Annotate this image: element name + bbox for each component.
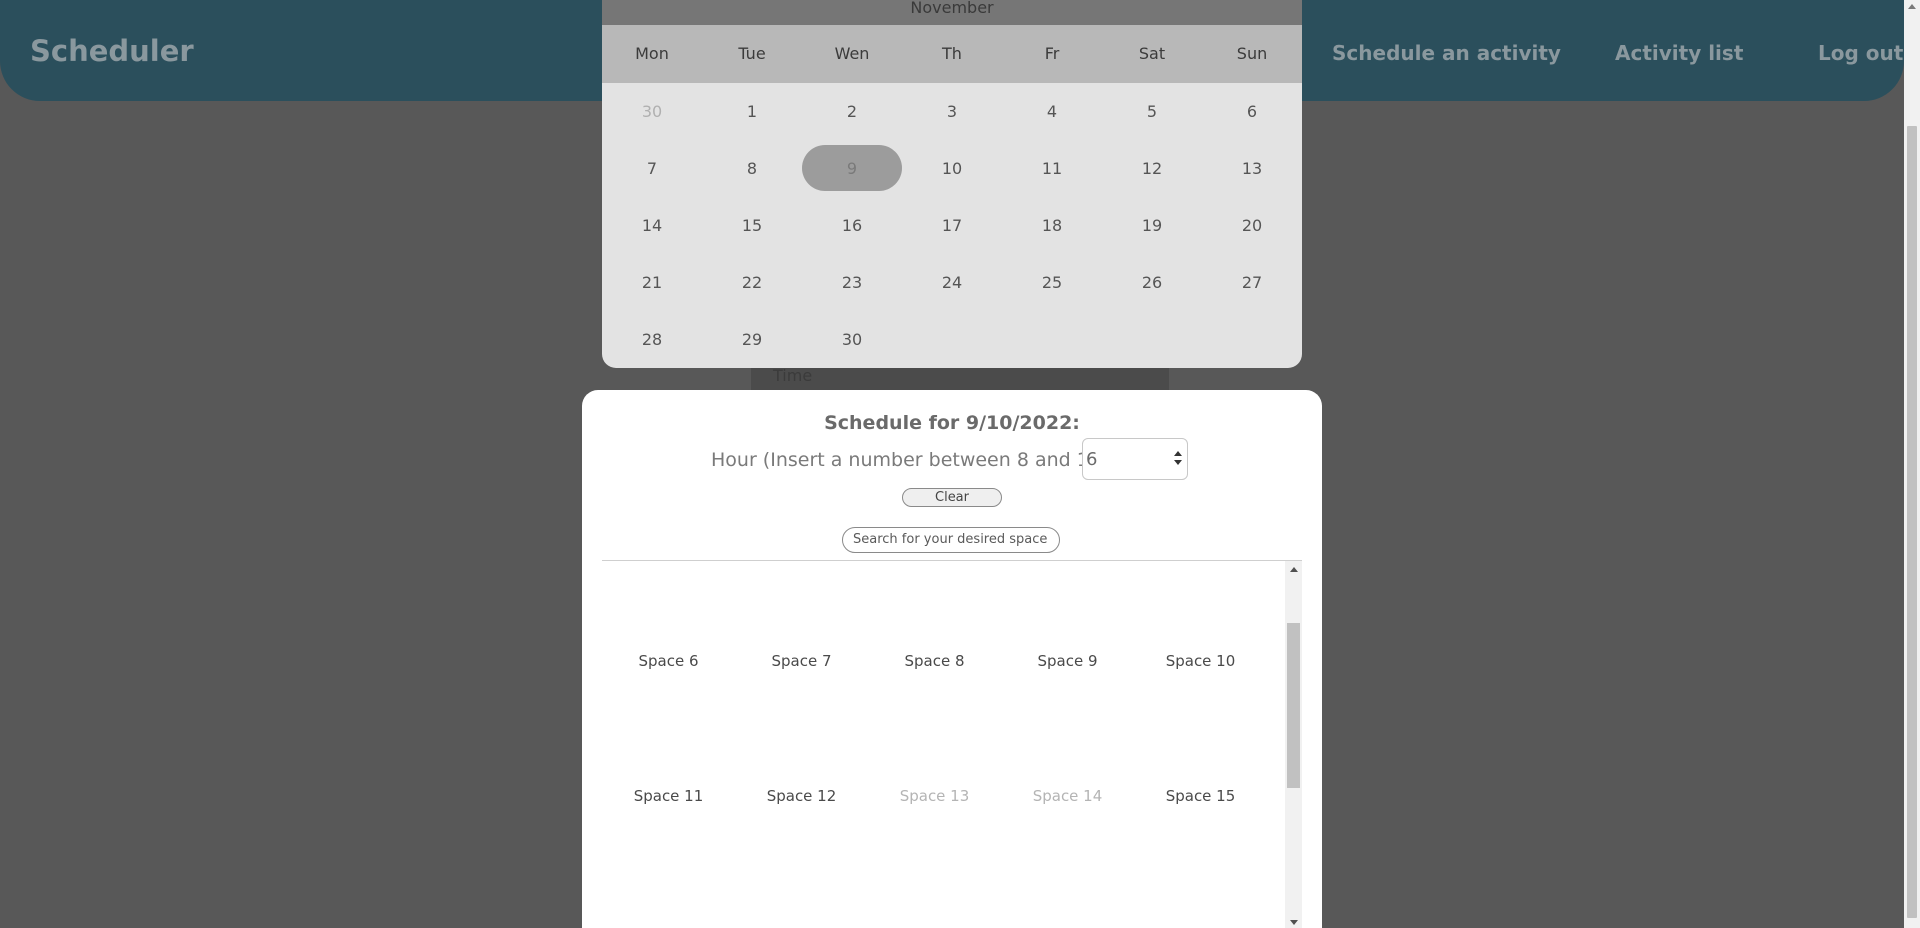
space-item-space-8[interactable]: Space 8: [868, 652, 1001, 670]
calendar-day-8[interactable]: 8: [702, 140, 802, 197]
space-item-space-7[interactable]: Space 7: [735, 652, 868, 670]
stepper-down-icon[interactable]: [1174, 460, 1182, 465]
scroll-down-icon[interactable]: [1290, 920, 1298, 925]
calendar-day-30[interactable]: 30: [802, 311, 902, 368]
calendar-day-16[interactable]: 16: [802, 197, 902, 254]
nav-activity-list[interactable]: Activity list: [1615, 41, 1743, 65]
calendar-day-2[interactable]: 2: [802, 83, 902, 140]
date-picker-calendar: November Mon Tue Wen Th Fr Sat Sun 30 1 2 3 4 5 6 7 8 9…: [602, 0, 1302, 368]
space-row: Space 6 Space 7 Space 8 Space 9 Space 10: [602, 652, 1282, 670]
space-item-space-6[interactable]: Space 6: [602, 652, 735, 670]
spaces-scrollbar[interactable]: [1285, 561, 1302, 928]
hour-input[interactable]: 6: [1082, 438, 1188, 480]
calendar-day-29[interactable]: 29: [702, 311, 802, 368]
calendar-empty-cell: [902, 311, 1002, 368]
calendar-day-9[interactable]: 9: [802, 140, 902, 197]
weekday-mon: Mon: [635, 44, 669, 63]
calendar-day-15[interactable]: 15: [702, 197, 802, 254]
hour-input-value: 6: [1086, 449, 1098, 470]
calendar-day-14[interactable]: 14: [602, 197, 702, 254]
calendar-month-header: November: [602, 0, 1302, 25]
space-item-space-13: Space 13: [899, 787, 970, 805]
page-scrollbar-thumb[interactable]: [1907, 126, 1917, 918]
calendar-day-11[interactable]: 11: [1002, 140, 1102, 197]
calendar-day-grid: 30 1 2 3 4 5 6 7 8 9 10 11 12 13 14 15 16 17 18 19 20 21 22 23 2…: [602, 83, 1302, 368]
calendar-week-row: 14 15 16 17 18 19 20: [602, 197, 1302, 254]
viewport: Scheduler Schedule an activity Activity …: [0, 0, 1920, 928]
calendar-weekday-row: Mon Tue Wen Th Fr Sat Sun: [602, 25, 1302, 83]
calendar-week-row: 21 22 23 24 25 26 27: [602, 254, 1302, 311]
calendar-day-12[interactable]: 12: [1102, 140, 1202, 197]
weekday-wen: Wen: [834, 44, 870, 63]
clear-button[interactable]: Clear: [902, 488, 1002, 507]
calendar-day-23[interactable]: 23: [802, 254, 902, 311]
hour-label: Hour (Insert a number between 8 and 16): [711, 449, 1109, 471]
space-search-input[interactable]: Search for your desired space: [842, 527, 1060, 553]
spaces-list: Space 6 Space 7 Space 8 Space 9 Space 10 Spac…: [602, 561, 1302, 928]
calendar-day-3[interactable]: 3: [902, 83, 1002, 140]
calendar-day-24[interactable]: 24: [902, 254, 1002, 311]
calendar-week-row: 30 1 2 3 4 5 6: [602, 83, 1302, 140]
calendar-day-25[interactable]: 25: [1002, 254, 1102, 311]
calendar-day-5[interactable]: 5: [1102, 83, 1202, 140]
space-item-space-12[interactable]: Space 12: [735, 787, 868, 805]
calendar-day-4[interactable]: 4: [1002, 83, 1102, 140]
brand-logo[interactable]: Scheduler: [30, 34, 194, 68]
nav-schedule-activity[interactable]: Schedule an activity: [1332, 41, 1561, 65]
nav-log-out[interactable]: Log out: [1818, 41, 1903, 65]
space-item-space-14: Space 14: [1032, 787, 1103, 805]
scroll-up-icon[interactable]: [1290, 567, 1298, 572]
calendar-day-7[interactable]: 7: [602, 140, 702, 197]
calendar-day-20[interactable]: 20: [1202, 197, 1302, 254]
space-item-space-15[interactable]: Space 15: [1134, 787, 1267, 805]
page-scroll-up-icon[interactable]: [1908, 4, 1916, 9]
calendar-empty-cell: [1102, 311, 1202, 368]
weekday-sun: Sun: [1236, 44, 1268, 63]
calendar-day-13[interactable]: 13: [1202, 140, 1302, 197]
calendar-day-26[interactable]: 26: [1102, 254, 1202, 311]
space-item-space-11[interactable]: Space 11: [602, 787, 735, 805]
space-row: Space 11 Space 12 Space 13 Space 14 Space 15: [602, 787, 1282, 805]
stepper-up-icon[interactable]: [1174, 451, 1182, 456]
hour-row: Hour (Insert a number between 8 and 16) …: [582, 438, 1322, 480]
weekday-sat: Sat: [1138, 44, 1166, 63]
schedule-title: Schedule for 9/10/2022:: [824, 412, 1080, 434]
schedule-panel: Schedule for 9/10/2022: Hour (Insert a n…: [582, 390, 1322, 928]
weekday-fr: Fr: [1044, 44, 1060, 63]
calendar-month-label: November: [910, 0, 994, 17]
spaces-scrollbar-thumb[interactable]: [1287, 623, 1300, 788]
weekday-th: Th: [942, 44, 962, 63]
space-item-space-10[interactable]: Space 10: [1134, 652, 1267, 670]
space-item-space-9[interactable]: Space 9: [1001, 652, 1134, 670]
page-scrollbar[interactable]: [1904, 0, 1920, 928]
hour-stepper[interactable]: [1173, 451, 1183, 469]
calendar-day-28[interactable]: 28: [602, 311, 702, 368]
calendar-week-row: 7 8 9 10 11 12 13: [602, 140, 1302, 197]
calendar-week-row: 28 29 30: [602, 311, 1302, 368]
calendar-day-19[interactable]: 19: [1102, 197, 1202, 254]
calendar-empty-cell: [1002, 311, 1102, 368]
calendar-empty-cell: [1202, 311, 1302, 368]
calendar-day-21[interactable]: 21: [602, 254, 702, 311]
calendar-day-18[interactable]: 18: [1002, 197, 1102, 254]
calendar-day-1[interactable]: 1: [702, 83, 802, 140]
weekday-tue: Tue: [738, 44, 766, 63]
calendar-day-10[interactable]: 10: [902, 140, 1002, 197]
background-time-label: Time: [773, 366, 813, 385]
calendar-day-22[interactable]: 22: [702, 254, 802, 311]
calendar-day-17[interactable]: 17: [902, 197, 1002, 254]
calendar-day-6[interactable]: 6: [1202, 83, 1302, 140]
calendar-day-27[interactable]: 27: [1202, 254, 1302, 311]
calendar-day-30[interactable]: 30: [602, 83, 702, 140]
